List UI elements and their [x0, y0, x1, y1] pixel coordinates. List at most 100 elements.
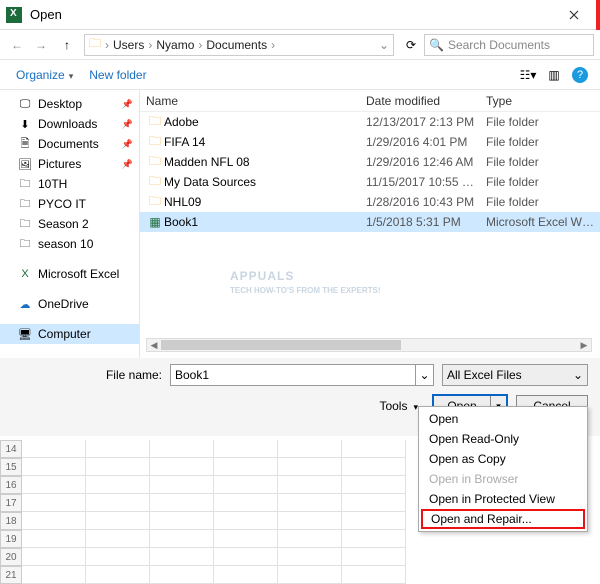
- grid-cell[interactable]: [278, 476, 342, 494]
- sidebar-item-season10[interactable]: 🗀season 10: [0, 234, 139, 254]
- grid-cell[interactable]: [22, 548, 86, 566]
- view-mode-button[interactable]: ☷▾: [516, 64, 540, 86]
- close-button[interactable]: [554, 0, 594, 30]
- grid-cell[interactable]: [214, 548, 278, 566]
- chevron-down-icon[interactable]: ⌄: [379, 38, 389, 52]
- sidebar-item-season2[interactable]: 🗀Season 2: [0, 214, 139, 234]
- file-row[interactable]: 🗀NHL091/28/2016 10:43 PMFile folder: [140, 192, 600, 212]
- grid-cell[interactable]: [214, 512, 278, 530]
- sidebar-item-excel[interactable]: XMicrosoft Excel: [0, 264, 139, 284]
- preview-pane-button[interactable]: ▥: [542, 64, 566, 86]
- grid-cell[interactable]: [86, 530, 150, 548]
- grid-cell[interactable]: [278, 494, 342, 512]
- grid-cell[interactable]: [278, 548, 342, 566]
- sidebar-item-downloads[interactable]: ⬇Downloads📌: [0, 114, 139, 134]
- grid-cell[interactable]: [342, 530, 406, 548]
- tools-button[interactable]: Tools: [379, 399, 418, 413]
- grid-cell[interactable]: [150, 440, 214, 458]
- grid-cell[interactable]: [342, 494, 406, 512]
- row-header[interactable]: 18: [0, 512, 22, 530]
- row-header[interactable]: 15: [0, 458, 22, 476]
- row-header[interactable]: 14: [0, 440, 22, 458]
- sidebar-item-documents[interactable]: 🗎Documents📌: [0, 134, 139, 154]
- grid-cell[interactable]: [22, 458, 86, 476]
- grid-cell[interactable]: [278, 566, 342, 584]
- grid-cell[interactable]: [214, 476, 278, 494]
- grid-cell[interactable]: [86, 458, 150, 476]
- refresh-button[interactable]: ⟳: [400, 34, 422, 56]
- file-row[interactable]: 🗀My Data Sources11/15/2017 10:55 …File f…: [140, 172, 600, 192]
- menu-open-readonly[interactable]: Open Read-Only: [421, 429, 585, 449]
- grid-cell[interactable]: [150, 494, 214, 512]
- grid-cell[interactable]: [150, 512, 214, 530]
- file-row[interactable]: 🗀Adobe12/13/2017 2:13 PMFile folder: [140, 112, 600, 132]
- grid-cell[interactable]: [86, 476, 150, 494]
- row-header[interactable]: 16: [0, 476, 22, 494]
- organize-button[interactable]: Organize: [8, 64, 81, 86]
- file-type-filter[interactable]: All Excel Files ⌄: [442, 364, 588, 386]
- grid-cell[interactable]: [278, 530, 342, 548]
- menu-open-repair[interactable]: Open and Repair...: [421, 509, 585, 529]
- grid-cell[interactable]: [214, 566, 278, 584]
- grid-cell[interactable]: [150, 530, 214, 548]
- row-header[interactable]: 19: [0, 530, 22, 548]
- grid-cell[interactable]: [342, 512, 406, 530]
- horizontal-scrollbar[interactable]: ◀ ▶: [146, 338, 592, 352]
- file-row[interactable]: 🗀Madden NFL 081/29/2016 12:46 AMFile fol…: [140, 152, 600, 172]
- row-header[interactable]: 20: [0, 548, 22, 566]
- grid-cell[interactable]: [278, 458, 342, 476]
- sidebar-item-computer[interactable]: 🖥Computer: [0, 324, 139, 344]
- grid-cell[interactable]: [214, 440, 278, 458]
- grid-cell[interactable]: [22, 530, 86, 548]
- col-header-date[interactable]: Date modified: [366, 94, 486, 108]
- scroll-thumb[interactable]: [161, 340, 401, 350]
- grid-cell[interactable]: [342, 566, 406, 584]
- breadcrumb[interactable]: 🗀 › Users › Nyamo › Documents › ⌄: [84, 34, 394, 56]
- row-header[interactable]: 21: [0, 566, 22, 584]
- grid-cell[interactable]: [342, 440, 406, 458]
- grid-cell[interactable]: [22, 512, 86, 530]
- grid-cell[interactable]: [86, 548, 150, 566]
- crumb-documents[interactable]: Documents: [206, 38, 267, 52]
- crumb-nyamo[interactable]: Nyamo: [156, 38, 194, 52]
- scroll-left-icon[interactable]: ◀: [147, 339, 161, 351]
- crumb-users[interactable]: Users: [113, 38, 144, 52]
- grid-cell[interactable]: [86, 440, 150, 458]
- sidebar-item-onedrive[interactable]: ☁OneDrive: [0, 294, 139, 314]
- grid-cell[interactable]: [22, 566, 86, 584]
- new-folder-button[interactable]: New folder: [81, 64, 154, 86]
- help-button[interactable]: ?: [568, 64, 592, 86]
- grid-cell[interactable]: [22, 440, 86, 458]
- grid-cell[interactable]: [278, 440, 342, 458]
- row-header[interactable]: 17: [0, 494, 22, 512]
- grid-cell[interactable]: [150, 548, 214, 566]
- grid-cell[interactable]: [342, 476, 406, 494]
- grid-cell[interactable]: [22, 476, 86, 494]
- file-row-selected[interactable]: ▦Book11/5/2018 5:31 PMMicrosoft Excel W…: [140, 212, 600, 232]
- grid-cell[interactable]: [214, 494, 278, 512]
- search-input[interactable]: 🔍 Search Documents: [424, 34, 594, 56]
- menu-open-copy[interactable]: Open as Copy: [421, 449, 585, 469]
- nav-forward-button[interactable]: →: [30, 34, 52, 56]
- file-row[interactable]: 🗀FIFA 141/29/2016 4:01 PMFile folder: [140, 132, 600, 152]
- col-header-name[interactable]: Name: [146, 94, 366, 108]
- filename-input[interactable]: [170, 364, 416, 386]
- nav-back-button[interactable]: ←: [6, 34, 28, 56]
- menu-open[interactable]: Open: [421, 409, 585, 429]
- grid-cell[interactable]: [278, 512, 342, 530]
- filename-dropdown-button[interactable]: ⌄: [416, 364, 434, 386]
- grid-cell[interactable]: [86, 512, 150, 530]
- menu-open-protected[interactable]: Open in Protected View: [421, 489, 585, 509]
- grid-cell[interactable]: [150, 458, 214, 476]
- grid-cell[interactable]: [342, 458, 406, 476]
- sidebar-item-desktop[interactable]: 🖵Desktop📌: [0, 94, 139, 114]
- grid-cell[interactable]: [214, 530, 278, 548]
- grid-cell[interactable]: [214, 458, 278, 476]
- sidebar-item-pictures[interactable]: 🖼Pictures📌: [0, 154, 139, 174]
- scroll-right-icon[interactable]: ▶: [577, 339, 591, 351]
- grid-cell[interactable]: [22, 494, 86, 512]
- sidebar-item-10th[interactable]: 🗀10TH: [0, 174, 139, 194]
- grid-cell[interactable]: [86, 566, 150, 584]
- col-header-type[interactable]: Type: [486, 94, 600, 108]
- grid-cell[interactable]: [150, 476, 214, 494]
